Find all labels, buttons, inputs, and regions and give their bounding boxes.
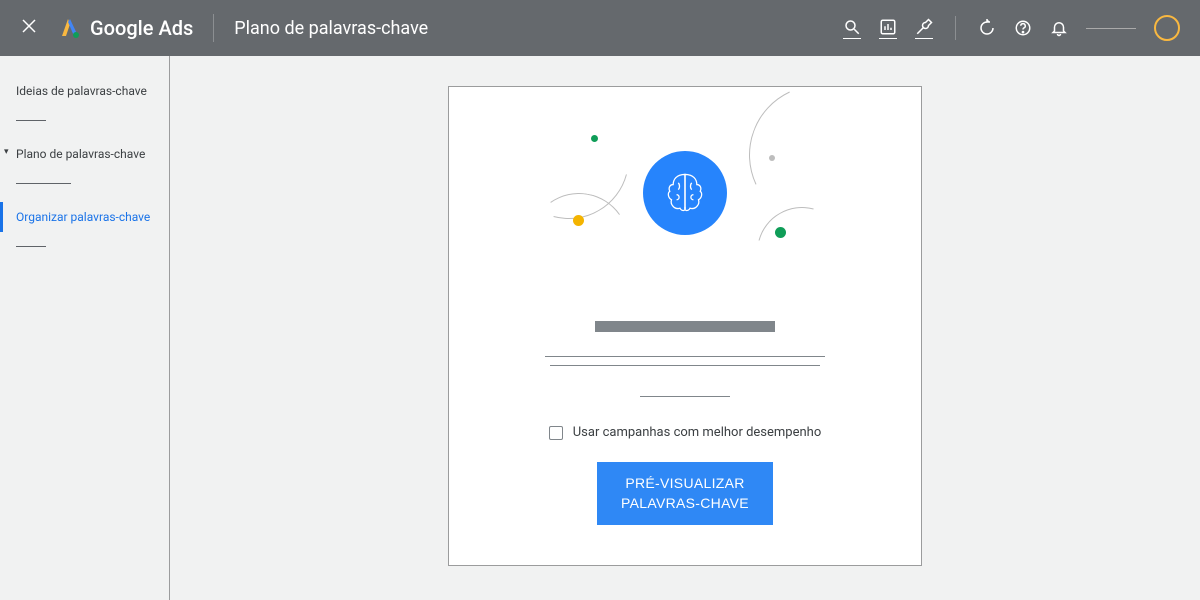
sidebar: Ideias de palavras-chave Plano de palavr… <box>0 56 170 600</box>
avatar[interactable] <box>1154 15 1180 41</box>
organize-card: Usar campanhas com melhor desempenho PRÉ… <box>448 86 922 566</box>
tools-icon[interactable] <box>915 18 933 39</box>
app-header: Google Ads Plano de palavras-chave <box>0 0 1200 56</box>
sidebar-item-keyword-ideas[interactable]: Ideias de palavras-chave <box>0 76 169 106</box>
card-illustration <box>449 111 921 271</box>
preview-keywords-button[interactable]: PRÉ-VISUALIZAR PALAVRAS-CHAVE <box>597 462 773 525</box>
decorative-dot <box>775 227 786 238</box>
preview-button-line1: PRÉ-VISUALIZAR <box>625 475 744 491</box>
main-area: Ideias de palavras-chave Plano de palavr… <box>0 56 1200 600</box>
google-ads-icon <box>58 16 82 40</box>
brand-logo[interactable]: Google Ads <box>58 16 193 40</box>
sidebar-placeholder <box>16 120 46 121</box>
sidebar-item-organize-keywords[interactable]: Organizar palavras-chave <box>0 202 169 232</box>
preview-button-line2: PALAVRAS-CHAVE <box>621 495 749 511</box>
use-best-campaigns-label: Usar campanhas com melhor desempenho <box>573 425 822 440</box>
account-placeholder <box>1086 28 1136 29</box>
reports-icon[interactable] <box>879 18 897 39</box>
card-text-placeholder <box>545 321 825 397</box>
content-area: Usar campanhas com melhor desempenho PRÉ… <box>170 56 1200 600</box>
use-best-campaigns-checkbox[interactable] <box>549 426 563 440</box>
sidebar-placeholder <box>16 183 71 184</box>
use-best-campaigns-row: Usar campanhas com melhor desempenho <box>549 425 822 440</box>
close-icon[interactable] <box>20 16 38 40</box>
decorative-dot <box>573 215 584 226</box>
decorative-dot <box>769 155 775 161</box>
brain-icon <box>643 151 727 235</box>
header-divider <box>213 14 214 42</box>
help-icon[interactable] <box>1014 19 1032 37</box>
decorative-dot <box>591 135 598 142</box>
sidebar-placeholder <box>16 246 46 247</box>
header-separator <box>955 16 956 40</box>
brand-text: Google Ads <box>90 16 193 40</box>
refresh-icon[interactable] <box>978 19 996 37</box>
search-icon[interactable] <box>843 18 861 39</box>
notifications-icon[interactable] <box>1050 19 1068 37</box>
sidebar-item-keyword-plan[interactable]: Plano de palavras-chave <box>0 139 169 169</box>
page-title: Plano de palavras-chave <box>234 18 428 39</box>
header-actions <box>843 15 1180 41</box>
